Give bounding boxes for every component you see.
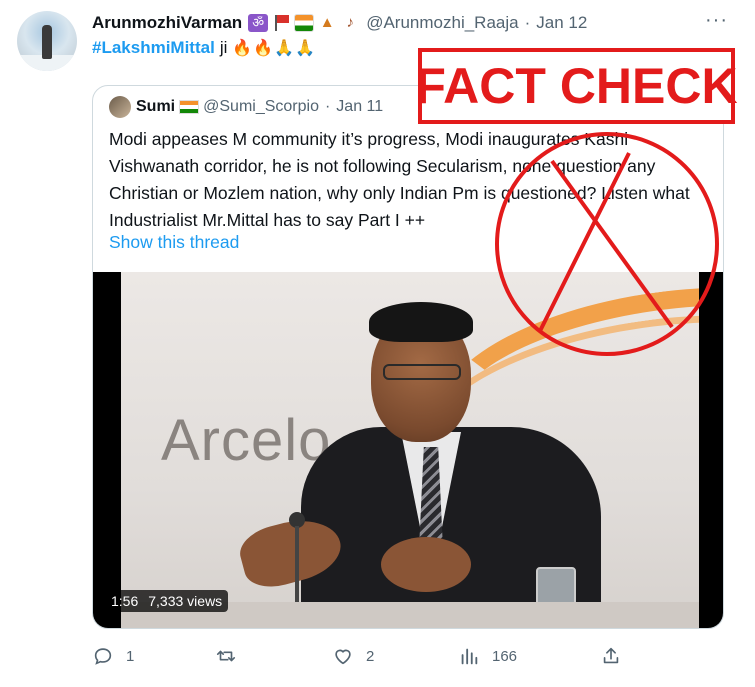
fire-and-pray-emojis: 🔥🔥🙏🙏 bbox=[232, 40, 317, 57]
fact-check-label: FACT CHECK bbox=[415, 58, 738, 114]
speaker-hair bbox=[369, 302, 473, 342]
hashtag-link[interactable]: #LakshmiMittal bbox=[92, 38, 215, 58]
analytics-icon bbox=[461, 648, 478, 665]
tweet-date[interactable]: Jan 12 bbox=[536, 13, 587, 33]
om-symbol-icon: ॐ bbox=[248, 14, 269, 32]
author-avatar[interactable] bbox=[17, 11, 77, 71]
header-separator: · bbox=[524, 13, 531, 32]
share-button[interactable] bbox=[600, 645, 622, 667]
reply-icon bbox=[94, 648, 112, 665]
india-flag-icon bbox=[294, 14, 315, 32]
more-options-icon[interactable]: ··· bbox=[705, 10, 727, 34]
heart-icon bbox=[335, 649, 351, 665]
speaker-glasses bbox=[383, 364, 461, 380]
tweet-header: ArunmozhiVarman ॐ ▲ ♪ @Arunmozhi_Raaja ·… bbox=[92, 12, 587, 34]
like-count: 2 bbox=[366, 647, 375, 665]
retweet-button[interactable] bbox=[215, 645, 249, 667]
author-handle[interactable]: @Arunmozhi_Raaja bbox=[366, 13, 518, 33]
views-count: 166 bbox=[492, 647, 518, 665]
quoted-author-avatar bbox=[109, 96, 131, 118]
show-thread-link[interactable]: Show this thread bbox=[109, 232, 239, 253]
reply-count: 1 bbox=[126, 647, 135, 665]
temple-icon: ▲ bbox=[319, 14, 335, 31]
video-duration: 1:56 bbox=[111, 593, 139, 609]
tweet-text: #LakshmiMittal ji 🔥🔥🙏🙏 bbox=[92, 38, 316, 58]
india-flag-icon bbox=[179, 100, 200, 114]
video-views: 7,333 views bbox=[148, 593, 223, 609]
views-button[interactable]: 166 bbox=[458, 645, 517, 667]
violin-icon: ♪ bbox=[346, 14, 354, 31]
backdrop-brand-text: Arcelo bbox=[161, 408, 332, 473]
tweet-actions: 1 2 166 bbox=[92, 645, 632, 669]
quoted-tweet-header: Sumi @Sumi_Scorpio · Jan 11 bbox=[109, 96, 383, 118]
fact-check-banner: FACT CHECK bbox=[415, 48, 738, 124]
quoted-header-separator: · bbox=[324, 98, 331, 115]
speaker-right-hand bbox=[381, 537, 471, 592]
tweet[interactable]: ArunmozhiVarman ॐ ▲ ♪ @Arunmozhi_Raaja ·… bbox=[0, 0, 755, 687]
red-flag-icon bbox=[271, 14, 291, 32]
author-name[interactable]: ArunmozhiVarman bbox=[92, 13, 242, 33]
reply-button[interactable]: 1 bbox=[92, 645, 134, 667]
video-duration-badge: 1:56 7,333 views bbox=[105, 590, 229, 612]
share-icon bbox=[603, 647, 619, 664]
tweet-text-suffix: ji bbox=[219, 38, 228, 57]
author-emoji-badges: ॐ ▲ ♪ bbox=[248, 14, 360, 32]
quoted-author-name: Sumi bbox=[136, 98, 176, 115]
fake-stamp-cross-icon bbox=[495, 132, 719, 356]
avatar-person-figure bbox=[42, 25, 52, 59]
quoted-author-handle: @Sumi_Scorpio bbox=[203, 98, 319, 115]
retweet-icon bbox=[216, 650, 236, 662]
quoted-tweet-date: Jan 11 bbox=[336, 98, 384, 115]
like-button[interactable]: 2 bbox=[332, 645, 374, 667]
